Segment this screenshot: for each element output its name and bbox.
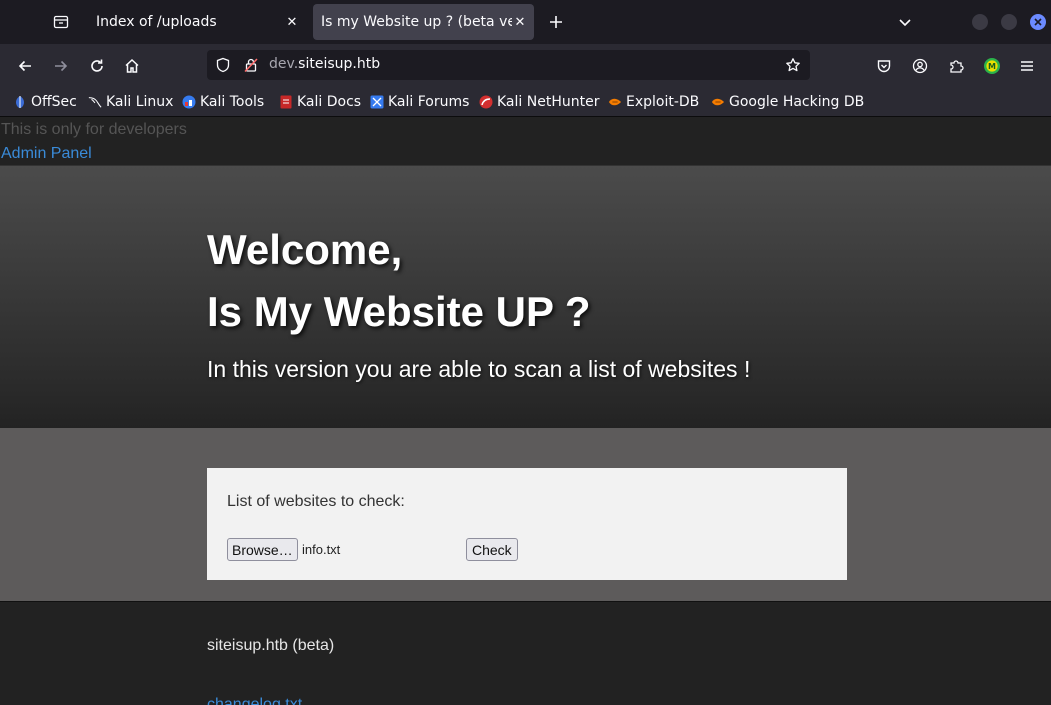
check-button[interactable]: Check — [466, 538, 518, 561]
page-content: This is only for developers Admin Panel … — [0, 117, 1051, 705]
kali-docs-icon — [279, 95, 293, 109]
tracking-protection-icon[interactable] — [215, 57, 231, 77]
bookmark-label: Kali NetHunter — [497, 94, 600, 110]
url-subdomain: dev. — [269, 56, 299, 72]
address-bar[interactable]: dev.siteisup.htb — [207, 50, 810, 80]
bookmark-label: OffSec — [31, 94, 77, 110]
bookmark-label: Kali Forums — [388, 94, 470, 110]
browse-file-button[interactable]: Browse… — [227, 538, 298, 561]
plus-icon — [550, 16, 562, 28]
kali-dragon-icon — [88, 95, 102, 109]
url-domain: siteisup.htb — [298, 56, 381, 72]
chevron-down-icon — [899, 19, 911, 27]
insecure-lock-icon[interactable] — [243, 57, 259, 77]
bookmark-kali-nethunter[interactable]: Kali NetHunter — [479, 92, 599, 112]
file-input-label: List of websites to check: — [227, 493, 405, 510]
account-icon — [912, 58, 928, 74]
arrow-left-icon — [18, 60, 31, 72]
extension-m-button[interactable]: M — [980, 54, 1004, 78]
welcome-heading: Welcome, — [207, 226, 403, 273]
firefox-view-button[interactable] — [44, 6, 78, 38]
bookmark-label: Kali Docs — [297, 94, 362, 110]
home-button[interactable] — [120, 54, 144, 78]
kali-tools-icon — [182, 95, 196, 109]
bookmark-kali-tools[interactable]: Kali Tools — [182, 92, 264, 112]
upload-form: List of websites to check: Browse… info.… — [207, 468, 847, 580]
minimize-button[interactable] — [972, 14, 988, 30]
home-icon — [125, 58, 139, 73]
nethunter-icon — [479, 95, 493, 109]
maximize-button[interactable] — [1001, 14, 1017, 30]
firefox-view-icon — [53, 15, 69, 29]
exploit-db-icon — [608, 95, 622, 109]
arrow-right-icon — [55, 60, 68, 72]
ghdb-icon — [711, 95, 725, 109]
developer-note: This is only for developers — [1, 121, 187, 138]
back-button[interactable] — [13, 54, 37, 78]
bookmark-kali-docs[interactable]: Kali Docs — [279, 92, 361, 112]
pocket-icon — [877, 60, 891, 73]
account-button[interactable] — [908, 54, 932, 78]
reload-icon — [91, 59, 103, 72]
tab-bar: Index of /uploads ✕ Is my Website up ? (… — [0, 0, 1051, 44]
bookmark-kali-forums[interactable]: Kali Forums — [370, 92, 469, 112]
tab-index-uploads[interactable]: Index of /uploads ✕ — [88, 4, 306, 40]
reload-button[interactable] — [85, 54, 109, 78]
window-close-button[interactable] — [1030, 14, 1046, 30]
close-icon[interactable]: ✕ — [284, 14, 300, 30]
tab-title: Index of /uploads — [96, 14, 217, 30]
navigation-toolbar: dev.siteisup.htb M — [0, 44, 1051, 88]
changelog-link[interactable]: changelog.txt — [207, 696, 302, 705]
bookmark-label: Kali Linux — [106, 94, 174, 110]
selected-file-name: info.txt — [302, 542, 341, 557]
form-section: List of websites to check: Browse… info.… — [0, 428, 1051, 601]
bookmark-exploit-db[interactable]: Exploit-DB — [608, 92, 699, 112]
tab-is-my-website-up[interactable]: Is my Website up ? (beta version) ✕ — [313, 4, 534, 40]
list-all-tabs-button[interactable] — [893, 10, 917, 34]
footer: siteisup.htb (beta) changelog.txt — [0, 601, 1051, 705]
bookmarks-toolbar: OffSec Kali Linux Kali Tools Kali Docs K… — [0, 88, 1051, 117]
bookmark-label: Kali Tools — [200, 94, 265, 110]
footer-text: siteisup.htb (beta) — [207, 637, 335, 654]
extensions-button[interactable] — [944, 54, 968, 78]
admin-panel-link[interactable]: Admin Panel — [1, 145, 92, 163]
bookmark-label: Google Hacking DB — [729, 94, 865, 110]
svg-text:M: M — [988, 62, 996, 71]
forward-button[interactable] — [49, 54, 73, 78]
close-icon — [1034, 18, 1042, 26]
bookmark-kali-linux[interactable]: Kali Linux — [88, 92, 173, 112]
bookmark-offsec[interactable]: OffSec — [13, 92, 77, 112]
hero-section: Welcome, Is My Website UP ? In this vers… — [0, 165, 1051, 429]
close-icon[interactable]: ✕ — [512, 14, 528, 30]
kali-forums-icon — [370, 95, 384, 109]
extension-m-icon: M — [984, 58, 1000, 74]
page-title: Is My Website UP ? — [207, 288, 591, 335]
bookmark-star-icon[interactable] — [785, 57, 801, 77]
hamburger-menu-icon — [1021, 61, 1033, 71]
offsec-icon — [13, 95, 27, 109]
new-tab-button[interactable] — [544, 9, 568, 35]
tab-title: Is my Website up ? (beta version) — [321, 14, 512, 30]
bookmark-label: Exploit-DB — [626, 94, 700, 110]
hero-subtitle: In this version you are able to scan a l… — [207, 356, 751, 382]
bookmark-google-hacking-db[interactable]: Google Hacking DB — [711, 92, 864, 112]
url-text[interactable]: dev.siteisup.htb — [269, 56, 380, 72]
menu-button[interactable] — [1015, 54, 1039, 78]
pocket-button[interactable] — [872, 54, 896, 78]
puzzle-piece-icon — [950, 60, 964, 73]
